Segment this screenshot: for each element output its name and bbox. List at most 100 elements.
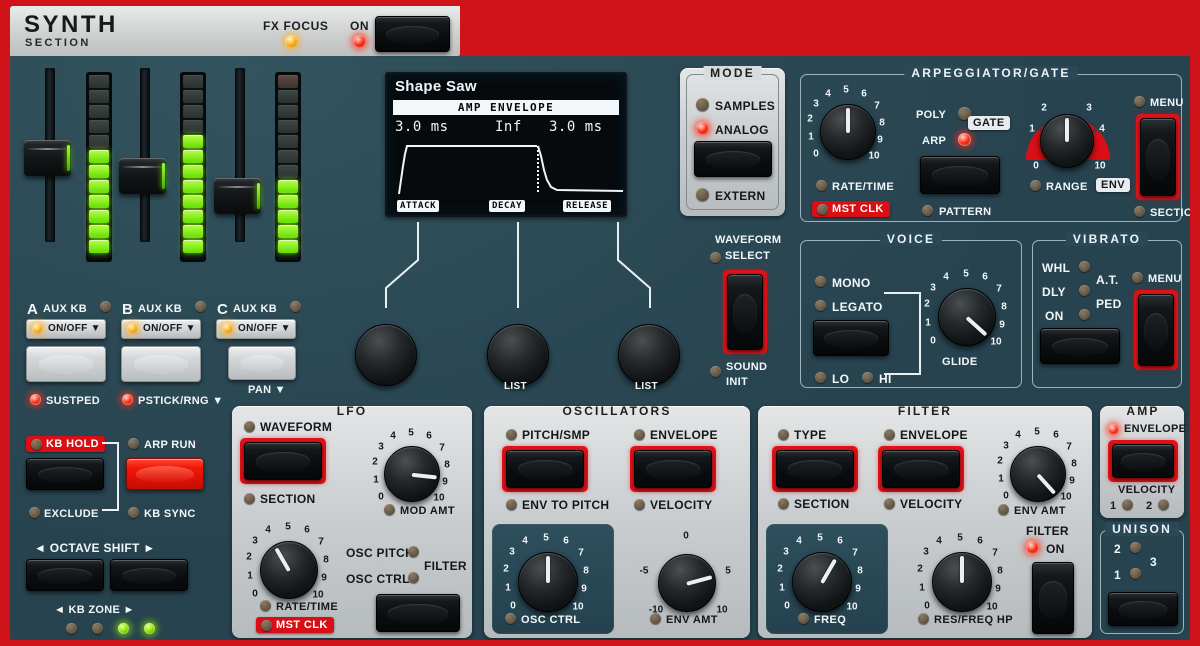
lfo-dest-button[interactable] — [376, 594, 460, 632]
amp-vel-1-led — [1122, 499, 1133, 510]
vibrato-at-label: A.T. — [1096, 273, 1119, 287]
filter-type-label: TYPE — [794, 428, 827, 442]
arp-section-label: SECTION — [1150, 207, 1190, 219]
voice-button[interactable] — [813, 320, 889, 356]
on-label: ON — [350, 19, 369, 33]
display-title: Shape Saw — [395, 78, 477, 95]
encoder-knob-1[interactable] — [355, 324, 417, 386]
display-attack-value: 3.0 ms — [395, 119, 449, 135]
vibrato-dly-led — [1079, 285, 1090, 296]
aux-kb-a-button[interactable] — [26, 346, 106, 382]
mode-button[interactable] — [694, 141, 772, 177]
arp-rate-tick-3: 3 — [813, 99, 819, 110]
osc-pitch-smp-button[interactable] — [506, 450, 584, 488]
osc-env-amt-led — [650, 613, 661, 624]
aux-kb-b-button[interactable] — [121, 346, 201, 382]
meter-segment — [89, 210, 109, 223]
arp-run-label: ARP RUN — [144, 439, 196, 451]
lcd-display[interactable]: Shape Saw AMP ENVELOPE 3.0 ms Inf 3.0 ms… — [385, 72, 627, 217]
filter-freq-tick-3: 3 — [783, 547, 789, 558]
sound-init-led — [710, 366, 721, 377]
display-tag-attack: ATTACK — [397, 200, 439, 212]
osc-ctrl-tick-4: 4 — [522, 536, 528, 547]
lfo-mod-tick-7: 7 — [439, 443, 445, 454]
fader-slot-c[interactable] — [235, 68, 245, 242]
filter-res-knob[interactable] — [932, 552, 992, 612]
osc-envelope-button[interactable] — [634, 450, 712, 488]
glide-knob[interactable] — [938, 288, 996, 346]
encoder-knob-2[interactable] — [487, 324, 549, 386]
meter-segment — [89, 90, 109, 103]
arp-range-knob[interactable] — [1040, 114, 1094, 168]
meter-segment — [278, 165, 298, 178]
level-meter-a — [86, 72, 112, 262]
waveform-select-led — [710, 252, 721, 263]
unison-button[interactable] — [1108, 592, 1178, 626]
filter-envelope-button[interactable] — [882, 450, 960, 488]
filter-env-amt-knob[interactable] — [1010, 446, 1066, 502]
filter-res-label: RES/FREQ HP — [934, 614, 1013, 626]
voice-mono-led — [815, 276, 826, 287]
meter-segment — [89, 150, 109, 163]
fader-slot-b[interactable] — [140, 68, 150, 242]
filter-env-tick-9: 9 — [1069, 476, 1075, 487]
octave-shift-down-button[interactable] — [26, 559, 104, 591]
arp-arp-label: ARP — [922, 135, 946, 147]
encoder-knob-3[interactable] — [618, 324, 680, 386]
osc-envelope-led — [634, 429, 645, 440]
aux-kb-b-onoff-led — [127, 323, 138, 334]
osc-velocity-label: VELOCITY — [650, 498, 712, 512]
lfo-mod-amt-knob[interactable] — [384, 446, 440, 502]
meter-segment — [183, 135, 203, 148]
vibrato-button[interactable] — [1040, 328, 1120, 364]
osc-env-amt-knob[interactable] — [658, 554, 716, 612]
fader-handle-c[interactable] — [214, 178, 261, 214]
lfo-waveform-button[interactable] — [244, 442, 322, 480]
filter-env-tick-6: 6 — [1053, 430, 1059, 441]
brand-subtitle: SECTION — [25, 37, 91, 49]
lfo-rate-tick-10: 10 — [312, 590, 323, 601]
kb-hold-button[interactable] — [26, 458, 104, 490]
filter-freq-tick-4: 4 — [796, 536, 802, 547]
arp-arp-led — [958, 133, 971, 146]
arp-pattern-button[interactable] — [920, 156, 1000, 194]
vibrato-menu-led — [1132, 272, 1143, 283]
octave-shift-up-button[interactable] — [110, 559, 188, 591]
fader-handle-a[interactable] — [24, 140, 71, 176]
amp-vel-2-led — [1158, 499, 1169, 510]
arp-rate-tick-10: 10 — [868, 151, 879, 162]
lfo-mod-tick-0: 0 — [378, 492, 384, 503]
arp-menu-button[interactable] — [1140, 118, 1176, 196]
vibrato-menu-ring — [1134, 290, 1178, 370]
encoder-3-label: LIST — [635, 381, 658, 392]
aux-kb-c-button[interactable] — [228, 346, 296, 380]
osc-ctrl-knob[interactable] — [518, 552, 578, 612]
octave-shift-label: ◄ OCTAVE SHIFT ► — [34, 541, 155, 555]
kb-zone-led-3 — [118, 623, 129, 634]
fader-handle-b[interactable] — [119, 158, 166, 194]
arp-menu-ring — [1136, 114, 1180, 200]
lfo-rate-tick-2: 2 — [246, 552, 252, 563]
amp-envelope-button[interactable] — [1112, 444, 1174, 478]
aux-kb-c-label: AUX KB — [233, 303, 277, 315]
on-button[interactable] — [375, 16, 450, 52]
lfo-mod-amt-label: MOD AMT — [400, 505, 455, 517]
amp-vel-2-label: 2 — [1146, 500, 1152, 512]
lfo-rate-knob[interactable] — [260, 541, 318, 599]
filter-type-button[interactable] — [776, 450, 854, 488]
filter-freq-label: FREQ — [814, 614, 846, 626]
mode-extern-label: EXTERN — [715, 189, 765, 203]
osc-pitch-smp-led — [506, 429, 517, 440]
filter-freq-tick-6: 6 — [837, 536, 843, 547]
filter-freq-tick-5: 5 — [817, 533, 823, 544]
glide-label: GLIDE — [942, 356, 978, 368]
arp-pattern-led — [922, 205, 933, 216]
filter-on-button[interactable] — [1032, 562, 1074, 634]
waveform-select-button[interactable] — [727, 274, 763, 350]
vibrato-menu-button[interactable] — [1138, 294, 1174, 366]
lfo-mod-tick-10: 10 — [433, 493, 444, 504]
encoder-2-label: LIST — [504, 381, 527, 392]
arp-run-button[interactable] — [126, 458, 204, 490]
arp-range-tick-2: 2 — [1041, 103, 1047, 114]
filter-freq-knob[interactable] — [792, 552, 852, 612]
